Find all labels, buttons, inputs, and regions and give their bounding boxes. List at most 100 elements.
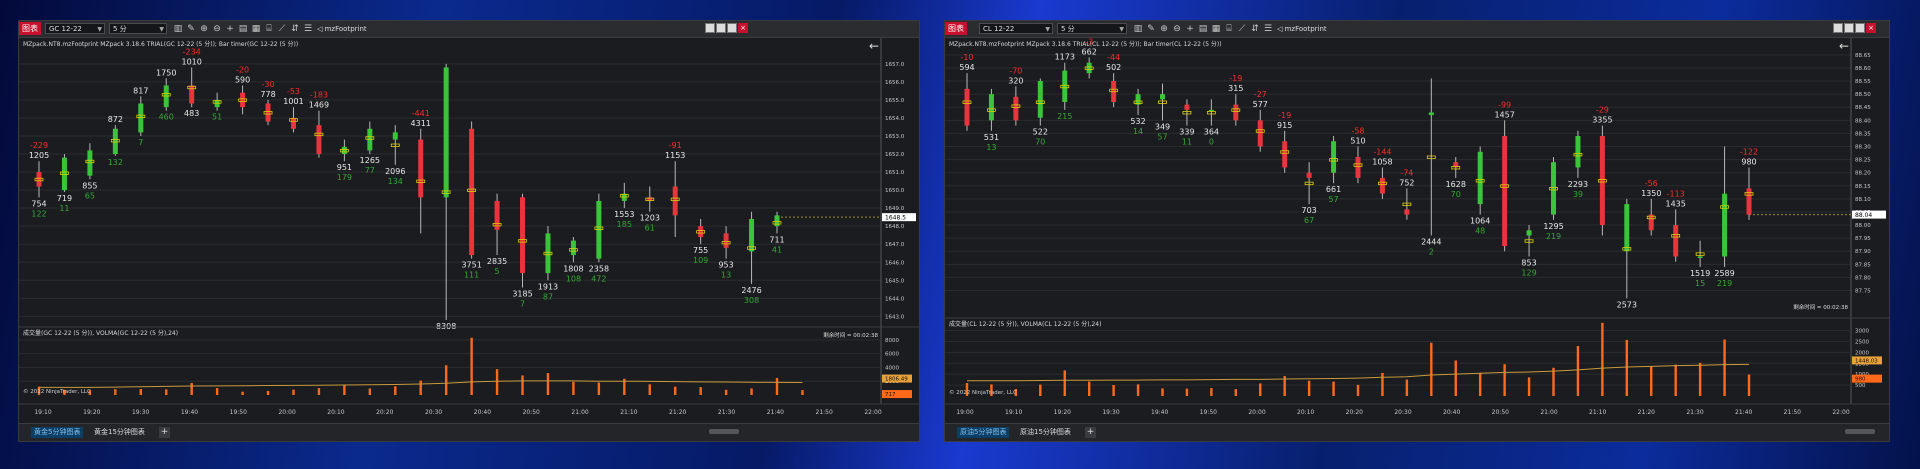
delta-label: 215: [1057, 112, 1072, 121]
horizontal-scrollbar[interactable]: [1845, 429, 1875, 434]
time-tick-label: 21:40: [1735, 409, 1752, 416]
price-tick-label: 87.80: [1855, 275, 1871, 281]
candle-body: [1599, 136, 1605, 226]
candle-body: [1037, 81, 1043, 118]
delta-label: -113: [1667, 189, 1685, 198]
tab-crude-5min[interactable]: 原油5分钟图表: [957, 427, 1010, 438]
delta-label: 65: [85, 191, 95, 200]
volume-bar: [1698, 362, 1702, 396]
time-tick-label: 21:30: [1686, 409, 1703, 416]
price-tick-label: 1643.0: [885, 314, 905, 320]
gold-chart-plot[interactable]: MZpack.NT8.mzFootprint MZpack 3.18.6 TRI…: [19, 21, 919, 423]
candle-body: [1306, 172, 1312, 178]
tab-crude-15min[interactable]: 原油15分钟图表: [1017, 427, 1074, 438]
delta-label: -122: [1740, 147, 1758, 156]
volume-bar: [801, 390, 804, 395]
candle-body: [1355, 156, 1361, 178]
delta-label: 70: [1035, 138, 1045, 147]
volume-label: 320: [1008, 76, 1023, 85]
delta-label: -19: [1229, 74, 1242, 83]
tab-gold-15min[interactable]: 黄金15分钟图表: [91, 427, 148, 438]
time-tick-label: 19:50: [230, 409, 247, 416]
volume-label: 953: [718, 261, 733, 270]
delta-label: -234: [183, 47, 201, 56]
delta-label: 70: [1451, 190, 1461, 199]
delta-label: 2: [1429, 248, 1434, 257]
price-tick-label: 88.25: [1855, 158, 1871, 164]
delta-label: 14: [1133, 127, 1143, 136]
volume-label: 752: [1399, 178, 1414, 187]
candle-body: [1624, 204, 1630, 252]
volume-bar: [1454, 360, 1457, 396]
volume-bar: [1136, 384, 1140, 396]
volume-label: 2096: [385, 167, 405, 176]
delta-label: 472: [591, 274, 606, 283]
delta-label: 15: [1695, 279, 1705, 288]
price-tick-label: 88.15: [1855, 184, 1871, 190]
candle-body: [1526, 230, 1532, 236]
volume-bar: [1747, 374, 1751, 396]
volume-label: 853: [1521, 258, 1536, 267]
horizontal-scrollbar[interactable]: [709, 429, 739, 434]
delta-label: 179: [337, 173, 352, 182]
candle-body: [545, 233, 551, 274]
volume-label: 1457: [1494, 110, 1514, 119]
volume-label: 577: [1253, 100, 1268, 109]
candle-body: [1722, 193, 1728, 257]
delta-label: -441: [412, 109, 430, 118]
candle-body: [418, 139, 424, 198]
time-tick-label: 20:20: [376, 409, 393, 416]
price-tick-label: 87.95: [1855, 236, 1871, 242]
volume-tick-label: 4000: [885, 365, 899, 371]
candle-body: [520, 197, 526, 274]
delta-label: 39: [1573, 190, 1583, 199]
add-tab-button[interactable]: +: [159, 427, 170, 438]
delta-label: -20: [236, 65, 249, 74]
delta-label: 57: [1157, 132, 1167, 141]
price-tick-label: 1657.0: [885, 62, 905, 68]
delta-label: -74: [1400, 168, 1413, 177]
delta-label: -10: [960, 53, 973, 62]
last-price-value: 88.04: [1855, 212, 1872, 219]
time-tick-label: 21:10: [620, 409, 637, 416]
delta-label: 134: [388, 177, 403, 186]
volume-label: 315: [1228, 84, 1243, 93]
volume-label: 1058: [1372, 157, 1392, 166]
volume-label: 855: [82, 181, 97, 190]
price-tick-label: 1648.0: [885, 224, 905, 230]
price-tick-label: 88.45: [1855, 105, 1871, 111]
delta-label: 108: [566, 274, 581, 283]
delta-label: -3: [1085, 37, 1093, 46]
volume-bar: [444, 365, 448, 395]
volume-label: 3185: [512, 290, 532, 299]
candle-body: [392, 132, 398, 140]
candle-body: [1404, 209, 1410, 215]
time-tick-label: 20:00: [278, 409, 295, 416]
candle-body: [988, 94, 994, 121]
add-tab-button[interactable]: +: [1085, 427, 1096, 438]
volume-label: 1750: [156, 68, 176, 77]
delta-label: 51: [212, 113, 222, 122]
bar-timer-label: 剩余时间 = 00:02:38: [823, 331, 878, 339]
volume-label: 364: [1204, 128, 1219, 137]
volume-bar: [1259, 383, 1262, 396]
time-tick-label: 19:20: [83, 409, 100, 416]
volume-tick-label: 3000: [1855, 329, 1869, 335]
delta-label: 219: [1546, 232, 1561, 241]
delta-label: 11: [1182, 138, 1192, 147]
delta-label: 132: [108, 158, 123, 167]
volume-label: 2293: [1568, 180, 1588, 189]
volume-bar: [1332, 381, 1335, 396]
volume-bar: [495, 369, 499, 395]
volume-bar: [1650, 366, 1653, 396]
volume-bar: [292, 389, 295, 395]
tab-gold-5min[interactable]: 黄金5分钟图表: [31, 427, 84, 438]
volume-bar: [750, 388, 753, 395]
price-tick-label: 1645.0: [885, 278, 905, 284]
volume-bar: [521, 375, 524, 395]
time-tick-label: 21:50: [1784, 409, 1801, 416]
volume-value-label: 1448.03: [1855, 358, 1878, 364]
delta-label: -70: [1009, 66, 1022, 75]
price-tick-label: 88.40: [1855, 118, 1871, 124]
crude-chart-plot[interactable]: MZpack.NT8.mzFootprint MZpack 3.18.6 TRI…: [945, 21, 1889, 423]
